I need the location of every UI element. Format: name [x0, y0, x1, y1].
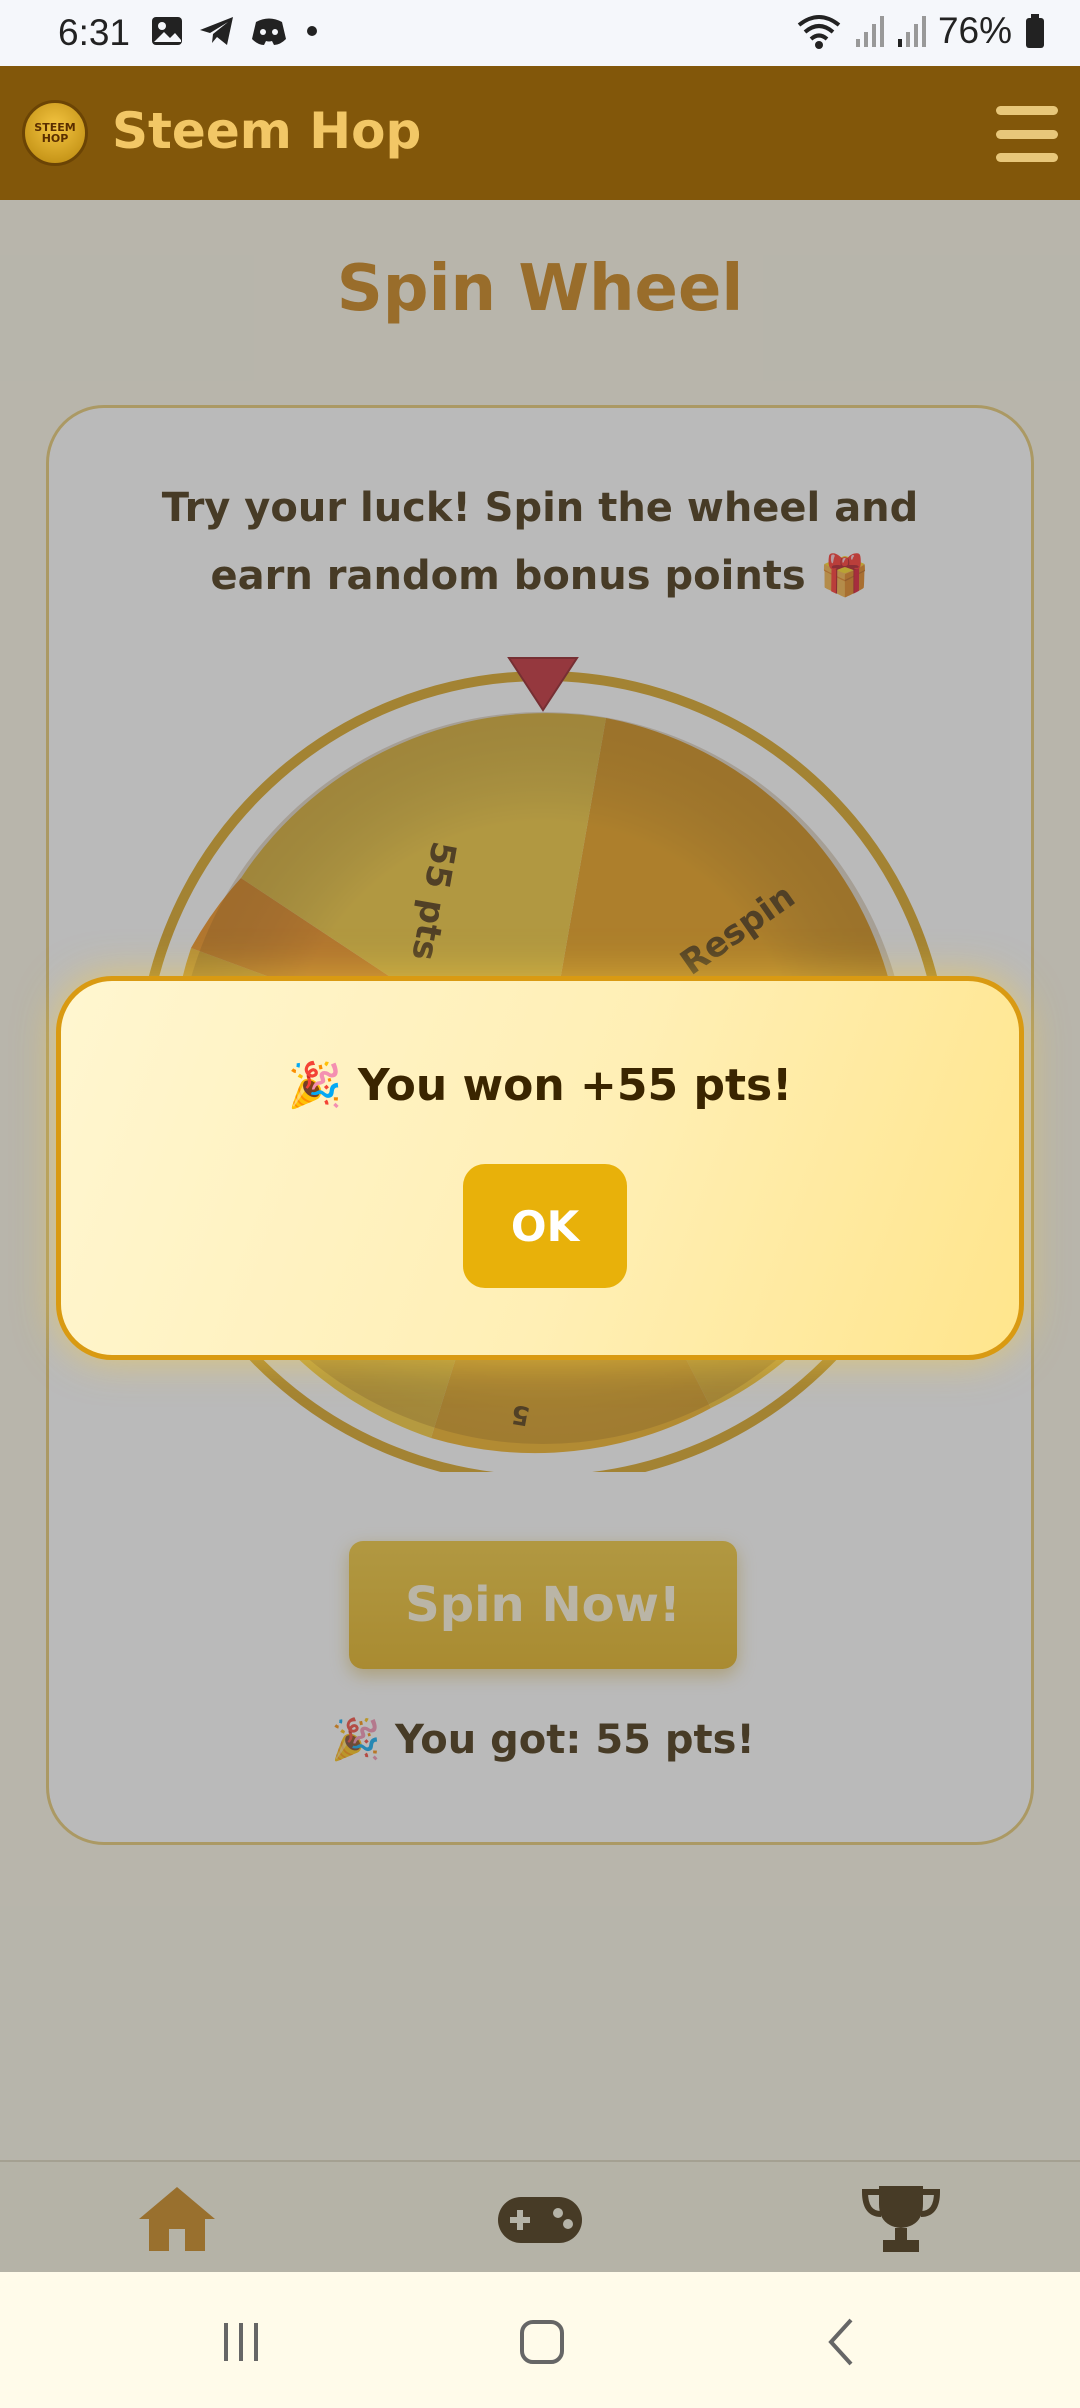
ok-button[interactable]: OK	[463, 1164, 627, 1288]
app-title: Steem Hop	[112, 102, 422, 160]
home-button-icon[interactable]	[507, 2312, 577, 2372]
discord-icon	[252, 18, 286, 45]
app-logo[interactable]: STEEM HOP	[22, 100, 88, 166]
status-notification-icons	[150, 14, 322, 48]
battery-percent: 76%	[937, 10, 1012, 51]
battery-icon	[1026, 14, 1044, 48]
win-message: 🎉 You won +55 pts!	[287, 1060, 793, 1111]
signal-icon	[897, 16, 926, 47]
recent-apps-icon[interactable]	[206, 2312, 276, 2372]
wifi-icon	[797, 15, 841, 49]
signal-icon	[855, 16, 884, 47]
gallery-icon	[152, 17, 182, 45]
status-bar: 6:31 76%	[0, 0, 1080, 66]
app-header: STEEM HOP Steem Hop	[0, 66, 1080, 200]
hamburger-menu-icon[interactable]	[996, 106, 1058, 162]
status-time: 6:31	[58, 12, 131, 53]
telegram-icon	[200, 17, 233, 45]
status-system-icons: 76%	[796, 10, 1046, 52]
back-icon[interactable]	[808, 2312, 878, 2372]
system-navigation-bar	[0, 2272, 1080, 2408]
win-dialog: 🎉 You won +55 pts! OK	[56, 976, 1024, 1360]
dot-icon	[307, 26, 317, 36]
logo-text: STEEM HOP	[34, 121, 76, 145]
